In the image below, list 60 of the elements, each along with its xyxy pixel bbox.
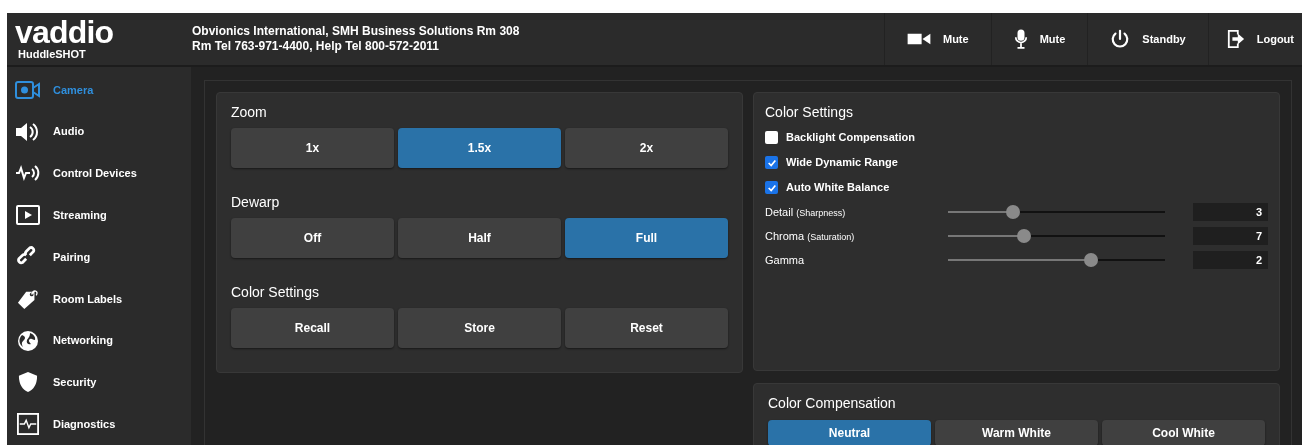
sidebar-item[interactable]: Security — [7, 361, 191, 404]
product-name: HuddleSHOT — [17, 47, 86, 61]
option-button[interactable]: Neutral — [768, 420, 931, 445]
sidebar-item[interactable]: Room Labels — [7, 277, 191, 320]
slider-thumb[interactable] — [1006, 205, 1021, 219]
checkbox-label: Backlight Compensation — [786, 130, 915, 146]
brand-logo: vaddio — [15, 17, 114, 47]
speaker-icon — [15, 121, 41, 142]
slider-label: Chroma (Saturation) — [765, 228, 856, 244]
slider-thumb[interactable] — [1016, 229, 1031, 243]
value-field[interactable]: 3 — [1193, 203, 1268, 221]
option-button[interactable]: 2x — [565, 128, 728, 168]
logout-icon — [1226, 29, 1245, 49]
checkbox[interactable] — [765, 181, 778, 194]
option-button[interactable]: Recall — [231, 308, 394, 348]
option-button[interactable]: 1.5x — [398, 128, 561, 168]
option-button[interactable]: Reset — [565, 308, 728, 348]
checkbox-label: Auto White Balance — [786, 180, 890, 196]
section-title: Zoom — [231, 103, 267, 121]
header-action-button[interactable]: Mute — [884, 13, 991, 65]
option-button[interactable]: Off — [231, 218, 394, 258]
section-title: Dewarp — [231, 193, 280, 211]
header-action-button[interactable]: Standby — [1087, 13, 1208, 65]
value-field[interactable]: 2 — [1193, 251, 1268, 269]
contact-info: Rm Tel 763-971-4400, Help Tel 800-572-2011 — [192, 39, 441, 54]
checkbox[interactable] — [765, 131, 778, 144]
sidebar-item[interactable]: Pairing — [7, 236, 191, 278]
sidebar-item[interactable]: Diagnostics — [7, 403, 191, 445]
sidebar-item[interactable]: Streaming — [7, 194, 191, 237]
slider-label: Gamma — [765, 252, 806, 268]
power-icon — [1110, 29, 1131, 49]
video-camera-icon — [907, 32, 931, 46]
option-button[interactable]: 1x — [231, 128, 394, 168]
header-action-button[interactable]: Mute — [990, 13, 1088, 65]
header-action-button[interactable]: Logout — [1207, 13, 1302, 65]
slider-label: Detail (Sharpness) — [765, 204, 847, 220]
checkbox-label: Wide Dynamic Range — [786, 155, 898, 171]
globe-icon — [15, 328, 41, 353]
sidebar-item[interactable]: Camera — [7, 69, 191, 111]
value-field[interactable]: 7 — [1193, 227, 1268, 245]
section-title: Color Settings — [231, 283, 319, 301]
section-title: Color Settings — [765, 103, 853, 121]
location-info: Obvionics International, SMH Business Solutions Rm 308 — [192, 24, 520, 39]
section-title: Color Compensation — [768, 394, 896, 412]
camera-icon — [15, 79, 41, 100]
option-button[interactable]: Warm White — [935, 420, 1098, 445]
sidebar-item[interactable]: Audio — [7, 110, 191, 153]
microphone-icon — [1013, 29, 1028, 49]
signal-waves-icon — [15, 163, 41, 184]
slider-thumb[interactable] — [1084, 253, 1099, 267]
sidebar-item[interactable]: Networking — [7, 319, 191, 362]
option-button[interactable]: Full — [565, 218, 728, 258]
option-button[interactable]: Store — [398, 308, 561, 348]
tag-icon — [15, 287, 41, 310]
sidebar-item[interactable]: Control Devices — [7, 152, 191, 195]
option-button[interactable]: Half — [398, 218, 561, 258]
checkbox[interactable] — [765, 156, 778, 169]
play-icon — [15, 205, 41, 226]
heartbeat-icon — [15, 413, 41, 436]
option-button[interactable]: Cool White — [1102, 420, 1265, 445]
